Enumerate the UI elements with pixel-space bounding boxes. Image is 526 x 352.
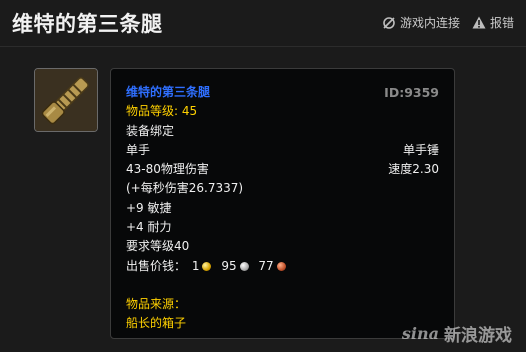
watermark-text: 新浪游戏 <box>444 326 512 346</box>
link-icon <box>382 16 396 30</box>
page-title: 维特的第三条腿 <box>12 12 163 36</box>
sell-price: 出售价钱： 1 95 77 <box>126 257 439 276</box>
copper-coin-icon <box>276 261 286 271</box>
item-name[interactable]: 维特的第三条腿 <box>126 83 210 102</box>
item-tooltip: 维特的第三条腿 ID:9359 物品等级: 45 装备绑定 单手 单手锤 43-… <box>110 68 455 339</box>
ingame-link-button[interactable]: 游戏内连接 <box>382 14 460 31</box>
sell-price-label: 出售价钱： <box>126 258 187 273</box>
report-error-label: 报错 <box>489 16 514 30</box>
ingame-link-label: 游戏内连接 <box>399 16 460 30</box>
bind-type: 装备绑定 <box>126 123 175 138</box>
gold-amount: 1 <box>191 258 200 273</box>
source-value[interactable]: 船长的箱子 <box>126 314 186 333</box>
sina-watermark: sina 新浪游戏 <box>402 321 512 346</box>
copper-amount: 77 <box>258 258 274 273</box>
weapon-type: 单手锤 <box>402 142 439 157</box>
silver-coin-icon <box>239 261 249 271</box>
dps-value: (+每秒伤害26.7337) <box>126 181 244 196</box>
item-icon[interactable] <box>34 68 98 132</box>
gold-coin-icon <box>202 261 212 271</box>
equip-slot: 单手 <box>126 142 151 157</box>
attack-speed: 速度2.30 <box>388 162 439 177</box>
source-label: 物品来源： <box>126 296 187 311</box>
sina-logo: sina <box>401 324 439 343</box>
required-level: 要求等级40 <box>126 239 190 254</box>
header-links: 游戏内连接 报错 <box>382 14 514 31</box>
warning-icon <box>472 16 486 29</box>
item-id: ID:9359 <box>384 85 439 100</box>
silver-amount: 95 <box>221 258 237 273</box>
damage-range: 43-80物理伤害 <box>126 162 209 177</box>
item-level: 物品等级: 45 <box>126 104 198 119</box>
stat-stamina: +4 耐力 <box>126 220 172 235</box>
header-divider <box>0 46 526 47</box>
stat-agility: +9 敏捷 <box>126 200 172 215</box>
mace-icon <box>35 69 97 131</box>
report-error-button[interactable]: 报错 <box>472 14 514 31</box>
